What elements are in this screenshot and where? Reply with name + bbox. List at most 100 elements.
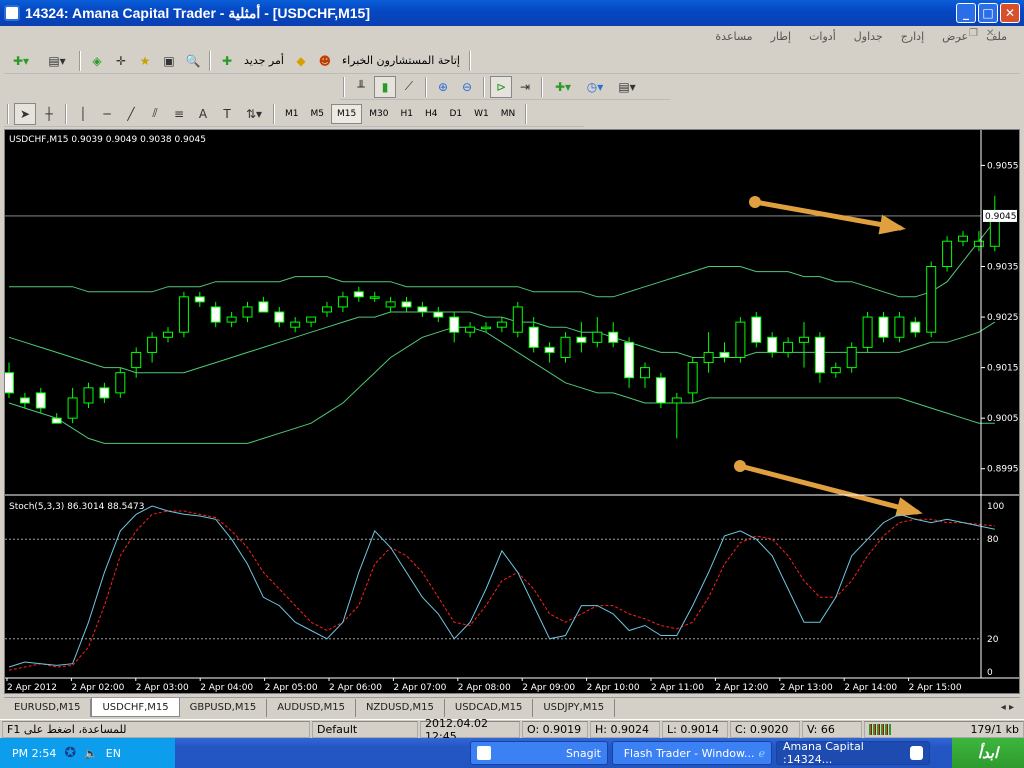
tab-usdchf[interactable]: USDCHF,M15 xyxy=(91,698,180,717)
annotation-arrow-price-shaft xyxy=(752,199,903,231)
candle-body xyxy=(640,367,650,379)
timeframe-m15[interactable]: M15 xyxy=(331,103,363,124)
candle-body xyxy=(83,387,94,404)
taskbar-flash-trader[interactable]: Flash Trader - Window... ℯ xyxy=(612,741,772,765)
candle-body xyxy=(274,311,285,323)
fibonacci-icon[interactable]: ≡ xyxy=(168,103,190,125)
tab-eurusd[interactable]: EURUSD,M15 xyxy=(4,698,92,717)
candle-body xyxy=(878,316,889,338)
periods-icon[interactable]: ◷▾ xyxy=(580,76,610,98)
timeframe-w1[interactable]: W1 xyxy=(469,104,494,124)
templates-icon[interactable]: ▤▾ xyxy=(612,76,642,98)
chart-shift-icon[interactable]: ⇥ xyxy=(514,76,536,98)
candle-body xyxy=(846,346,857,369)
candle-body xyxy=(353,291,364,298)
candle-body xyxy=(417,306,428,313)
data-window-icon[interactable]: ✛ xyxy=(110,50,132,72)
zoom-in-icon[interactable]: ⊕ xyxy=(432,76,454,98)
menu-tools[interactable]: أدوات xyxy=(800,30,845,43)
tab-nzdusd[interactable]: NZDUSD,M15 xyxy=(356,698,445,717)
zoom-out-icon[interactable]: ⊖ xyxy=(456,76,478,98)
candle-body xyxy=(481,326,491,330)
experts-button[interactable]: إتاحة المستشارون الخبراء xyxy=(338,54,464,67)
taskbar-snagit-label: Snagit xyxy=(565,746,601,760)
candle-body xyxy=(163,331,173,338)
tray-language[interactable]: EN xyxy=(106,747,121,760)
tabs-scroll-icon[interactable]: ◂ ▸ xyxy=(1001,702,1020,713)
x-tick-label: 2 Apr 12:00 xyxy=(715,683,768,693)
channel-icon[interactable]: ⫽ xyxy=(144,103,166,125)
menu-window[interactable]: إطار xyxy=(762,30,800,43)
start-button[interactable]: ابدأ xyxy=(952,738,1024,768)
timeframe-h4[interactable]: H4 xyxy=(420,104,443,124)
taskbar-clock: PM 2:54 xyxy=(12,746,57,760)
app-icon[interactable] xyxy=(4,5,20,21)
ie-icon: ℯ xyxy=(758,746,765,760)
crosshair-icon[interactable]: ┼ xyxy=(38,103,60,125)
x-tick-label: 2 Apr 13:00 xyxy=(780,683,833,693)
tray-star-icon[interactable]: ✪ xyxy=(64,745,76,761)
chart-window[interactable]: USDCHF,M15 0.9039 0.9049 0.9038 0.9045 S… xyxy=(4,129,1020,694)
label-icon[interactable]: T xyxy=(216,103,238,125)
timeframe-h1[interactable]: H1 xyxy=(395,104,418,124)
market-watch-icon[interactable]: ◈ xyxy=(86,50,108,72)
status-connection: 179/1 kb xyxy=(864,721,1024,738)
timeframe-mn[interactable]: MN xyxy=(496,104,521,124)
candle-body xyxy=(337,296,348,308)
menu-help[interactable]: مساعدة xyxy=(706,30,761,43)
timeframe-d1[interactable]: D1 xyxy=(444,104,467,124)
status-volume: V: 66 xyxy=(802,721,862,738)
tab-usdjpy[interactable]: USDJPY,M15 xyxy=(533,698,616,717)
metaeditor-icon[interactable]: ◆ xyxy=(290,50,312,72)
line-chart-icon[interactable]: ⟋ xyxy=(398,76,420,98)
tray-speaker-icon[interactable]: 🔈 xyxy=(84,747,98,760)
candle-body xyxy=(5,372,14,394)
new-order-icon[interactable]: ✚ xyxy=(216,50,238,72)
candlestick-chart-icon[interactable]: ▮ xyxy=(374,75,396,98)
candle-body xyxy=(751,316,762,343)
terminal-icon[interactable]: ▣ xyxy=(158,50,180,72)
y-tick-label: 0.9055 xyxy=(987,161,1019,171)
menu-insert[interactable]: إدارج xyxy=(892,30,933,43)
taskbar-snagit[interactable]: Snagit xyxy=(470,741,608,765)
auto-scroll-icon[interactable]: ⊳ xyxy=(490,75,512,98)
candle-body xyxy=(449,316,460,333)
candle-body xyxy=(655,377,666,404)
timeframe-m5[interactable]: M5 xyxy=(306,104,330,124)
new-order-button[interactable]: أمر جديد xyxy=(240,54,288,67)
price-chart[interactable]: USDCHF,M15 0.9039 0.9049 0.9038 0.9045 S… xyxy=(5,130,1019,693)
mdi-minimize-icon[interactable]: _ xyxy=(956,28,961,39)
tab-gbpusd[interactable]: GBPUSD,M15 xyxy=(180,698,268,717)
taskbar-amana-label: Amana Capital :14324... xyxy=(783,740,864,766)
candle-body xyxy=(433,311,444,318)
bar-chart-icon[interactable]: ╨ xyxy=(350,76,372,98)
mdi-restore-icon[interactable]: ❐ xyxy=(969,28,978,39)
close-button[interactable]: ✕ xyxy=(1000,3,1020,23)
tab-usdcad[interactable]: USDCAD,M15 xyxy=(445,698,534,717)
trendline-icon[interactable]: ╱ xyxy=(120,103,142,125)
new-chart-button[interactable]: ✚▾ xyxy=(4,50,38,72)
taskbar-amana[interactable]: Amana Capital :14324... xyxy=(776,740,930,766)
menu-charts[interactable]: جداول xyxy=(845,30,892,43)
horizontal-line-icon[interactable]: ─ xyxy=(96,103,118,125)
cursor-icon[interactable]: ➤ xyxy=(14,102,36,125)
candle-body xyxy=(767,336,778,353)
mdi-close-icon[interactable]: ✕ xyxy=(986,28,994,39)
experts-icon[interactable]: ☻ xyxy=(314,50,336,72)
profiles-button[interactable]: ▤▾ xyxy=(40,50,74,72)
timeframe-m1[interactable]: M1 xyxy=(280,104,304,124)
minimize-button[interactable]: _ xyxy=(956,3,976,23)
status-close: C: 0.9020 xyxy=(730,721,800,738)
x-tick-label: 2 Apr 11:00 xyxy=(651,683,704,693)
strategy-tester-icon[interactable]: 🔍 xyxy=(182,50,204,72)
status-help: للمساعدة، اضغط على F1 xyxy=(2,721,310,738)
navigator-icon[interactable]: ★ xyxy=(134,50,156,72)
vertical-line-icon[interactable]: │ xyxy=(72,103,94,125)
indicators-icon[interactable]: ✚▾ xyxy=(548,76,578,98)
candle-body xyxy=(19,397,30,404)
text-icon[interactable]: A xyxy=(192,103,214,125)
tab-audusd[interactable]: AUDUSD,M15 xyxy=(267,698,356,717)
timeframe-m30[interactable]: M30 xyxy=(364,104,393,124)
arrows-icon[interactable]: ⇅▾ xyxy=(240,103,268,125)
maximize-button[interactable]: □ xyxy=(978,3,998,23)
